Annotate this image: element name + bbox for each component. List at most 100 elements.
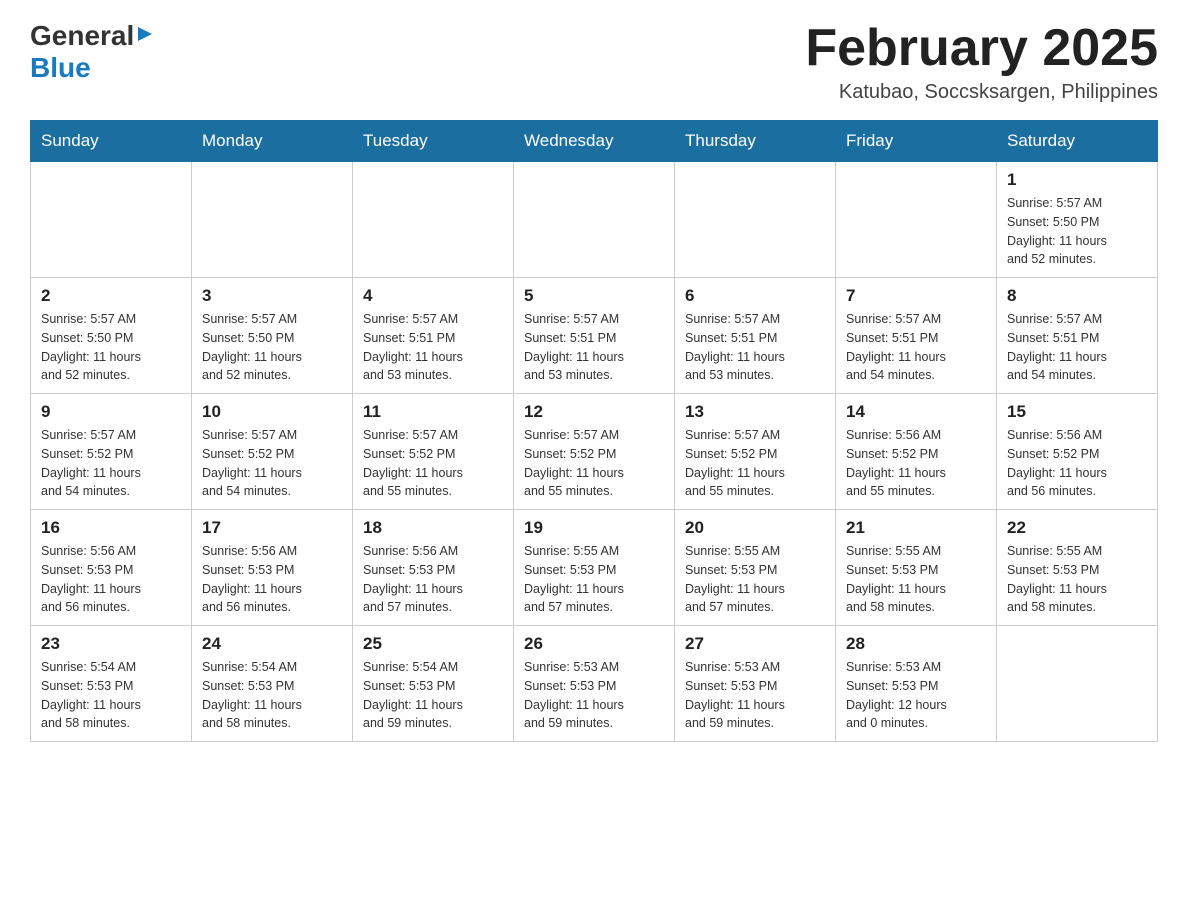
calendar-cell: 20Sunrise: 5:55 AM Sunset: 5:53 PM Dayli…: [675, 510, 836, 626]
weekday-header-monday: Monday: [192, 121, 353, 162]
day-info: Sunrise: 5:57 AM Sunset: 5:51 PM Dayligh…: [846, 310, 986, 385]
day-number: 13: [685, 402, 825, 422]
calendar-cell: 8 Sunrise: 5:57 AM Sunset: 5:51 PM Daylig…: [997, 278, 1158, 394]
day-number: 22: [1007, 518, 1147, 538]
calendar-cell: [353, 162, 514, 278]
calendar-cell: 18Sunrise: 5:56 AM Sunset: 5:53 PM Dayli…: [353, 510, 514, 626]
day-number: 21: [846, 518, 986, 538]
day-info: Sunrise: 5:55 AM Sunset: 5:53 PM Dayligh…: [524, 542, 664, 617]
calendar-cell: [997, 626, 1158, 742]
calendar-cell: 25Sunrise: 5:54 AM Sunset: 5:53 PM Dayli…: [353, 626, 514, 742]
calendar-cell: [31, 162, 192, 278]
day-number: 14: [846, 402, 986, 422]
day-number: 9: [41, 402, 181, 422]
day-info: Sunrise: 5:55 AM Sunset: 5:53 PM Dayligh…: [846, 542, 986, 617]
day-info: Sunrise: 5:57 AM Sunset: 5:52 PM Dayligh…: [363, 426, 503, 501]
calendar-cell: 7 Sunrise: 5:57 AM Sunset: 5:51 PM Daylig…: [836, 278, 997, 394]
calendar-cell: 14 Sunrise: 5:56 AM Sunset: 5:52 PM Dayli…: [836, 394, 997, 510]
calendar-cell: 3 Sunrise: 5:57 AM Sunset: 5:50 PM Daylig…: [192, 278, 353, 394]
logo-arrow-icon: [136, 25, 154, 48]
day-info: Sunrise: 5:57 AM Sunset: 5:52 PM Dayligh…: [685, 426, 825, 501]
day-info: Sunrise: 5:57 AM Sunset: 5:50 PM Dayligh…: [41, 310, 181, 385]
calendar-cell: 23 Sunrise: 5:54 AM Sunset: 5:53 PM Dayli…: [31, 626, 192, 742]
day-number: 8: [1007, 286, 1147, 306]
day-number: 12: [524, 402, 664, 422]
day-number: 16: [41, 518, 181, 538]
calendar-cell: 16 Sunrise: 5:56 AM Sunset: 5:53 PM Dayli…: [31, 510, 192, 626]
day-number: 17: [202, 518, 342, 538]
calendar-cell: 11Sunrise: 5:57 AM Sunset: 5:52 PM Dayli…: [353, 394, 514, 510]
day-info: Sunrise: 5:54 AM Sunset: 5:53 PM Dayligh…: [41, 658, 181, 733]
calendar-cell: 15 Sunrise: 5:56 AM Sunset: 5:52 PM Dayli…: [997, 394, 1158, 510]
weekday-header-sunday: Sunday: [31, 121, 192, 162]
calendar-cell: 19 Sunrise: 5:55 AM Sunset: 5:53 PM Dayli…: [514, 510, 675, 626]
calendar-cell: 12Sunrise: 5:57 AM Sunset: 5:52 PM Dayli…: [514, 394, 675, 510]
day-info: Sunrise: 5:57 AM Sunset: 5:52 PM Dayligh…: [41, 426, 181, 501]
day-number: 6: [685, 286, 825, 306]
logo-blue-text: Blue: [30, 52, 91, 84]
calendar-cell: 21 Sunrise: 5:55 AM Sunset: 5:53 PM Dayli…: [836, 510, 997, 626]
calendar-cell: 27 Sunrise: 5:53 AM Sunset: 5:53 PM Dayli…: [675, 626, 836, 742]
calendar-cell: 17 Sunrise: 5:56 AM Sunset: 5:53 PM Dayli…: [192, 510, 353, 626]
week-row-2: 2 Sunrise: 5:57 AM Sunset: 5:50 PM Daylig…: [31, 278, 1158, 394]
weekday-header-tuesday: Tuesday: [353, 121, 514, 162]
day-number: 19: [524, 518, 664, 538]
day-info: Sunrise: 5:53 AM Sunset: 5:53 PM Dayligh…: [685, 658, 825, 733]
day-number: 25: [363, 634, 503, 654]
calendar-cell: 10Sunrise: 5:57 AM Sunset: 5:52 PM Dayli…: [192, 394, 353, 510]
day-info: Sunrise: 5:57 AM Sunset: 5:51 PM Dayligh…: [1007, 310, 1147, 385]
calendar-cell: 22 Sunrise: 5:55 AM Sunset: 5:53 PM Dayli…: [997, 510, 1158, 626]
weekday-header-thursday: Thursday: [675, 121, 836, 162]
day-info: Sunrise: 5:57 AM Sunset: 5:51 PM Dayligh…: [685, 310, 825, 385]
calendar-cell: 1Sunrise: 5:57 AM Sunset: 5:50 PM Daylig…: [997, 162, 1158, 278]
day-number: 15: [1007, 402, 1147, 422]
day-info: Sunrise: 5:57 AM Sunset: 5:50 PM Dayligh…: [1007, 194, 1147, 269]
page-header: General Blue February 2025 Katubao, Socc…: [30, 20, 1158, 104]
logo-general-text: General: [30, 20, 134, 52]
calendar-cell: 4 Sunrise: 5:57 AM Sunset: 5:51 PM Daylig…: [353, 278, 514, 394]
calendar-cell: 6 Sunrise: 5:57 AM Sunset: 5:51 PM Daylig…: [675, 278, 836, 394]
day-number: 26: [524, 634, 664, 654]
day-info: Sunrise: 5:56 AM Sunset: 5:52 PM Dayligh…: [846, 426, 986, 501]
day-number: 3: [202, 286, 342, 306]
weekday-header-saturday: Saturday: [997, 121, 1158, 162]
day-number: 5: [524, 286, 664, 306]
day-info: Sunrise: 5:57 AM Sunset: 5:50 PM Dayligh…: [202, 310, 342, 385]
day-info: Sunrise: 5:56 AM Sunset: 5:52 PM Dayligh…: [1007, 426, 1147, 501]
day-info: Sunrise: 5:57 AM Sunset: 5:51 PM Dayligh…: [524, 310, 664, 385]
weekday-header-row: SundayMondayTuesdayWednesdayThursdayFrid…: [31, 121, 1158, 162]
calendar-cell: 9 Sunrise: 5:57 AM Sunset: 5:52 PM Daylig…: [31, 394, 192, 510]
day-number: 4: [363, 286, 503, 306]
day-info: Sunrise: 5:55 AM Sunset: 5:53 PM Dayligh…: [685, 542, 825, 617]
day-number: 18: [363, 518, 503, 538]
week-row-5: 23 Sunrise: 5:54 AM Sunset: 5:53 PM Dayli…: [31, 626, 1158, 742]
day-number: 24: [202, 634, 342, 654]
day-info: Sunrise: 5:54 AM Sunset: 5:53 PM Dayligh…: [202, 658, 342, 733]
calendar-table: SundayMondayTuesdayWednesdayThursdayFrid…: [30, 120, 1158, 742]
calendar-cell: [514, 162, 675, 278]
day-number: 7: [846, 286, 986, 306]
day-info: Sunrise: 5:55 AM Sunset: 5:53 PM Dayligh…: [1007, 542, 1147, 617]
week-row-3: 9 Sunrise: 5:57 AM Sunset: 5:52 PM Daylig…: [31, 394, 1158, 510]
calendar-cell: 13 Sunrise: 5:57 AM Sunset: 5:52 PM Dayli…: [675, 394, 836, 510]
day-info: Sunrise: 5:53 AM Sunset: 5:53 PM Dayligh…: [524, 658, 664, 733]
month-title: February 2025: [805, 20, 1158, 77]
logo: General Blue: [30, 20, 154, 84]
week-row-4: 16 Sunrise: 5:56 AM Sunset: 5:53 PM Dayli…: [31, 510, 1158, 626]
day-info: Sunrise: 5:56 AM Sunset: 5:53 PM Dayligh…: [41, 542, 181, 617]
weekday-header-friday: Friday: [836, 121, 997, 162]
day-number: 28: [846, 634, 986, 654]
calendar-cell: 28 Sunrise: 5:53 AM Sunset: 5:53 PM Dayli…: [836, 626, 997, 742]
day-number: 10: [202, 402, 342, 422]
calendar-cell: [836, 162, 997, 278]
day-info: Sunrise: 5:57 AM Sunset: 5:51 PM Dayligh…: [363, 310, 503, 385]
location-subtitle: Katubao, Soccsksargen, Philippines: [805, 81, 1158, 104]
day-info: Sunrise: 5:53 AM Sunset: 5:53 PM Dayligh…: [846, 658, 986, 733]
day-info: Sunrise: 5:56 AM Sunset: 5:53 PM Dayligh…: [202, 542, 342, 617]
calendar-cell: 26 Sunrise: 5:53 AM Sunset: 5:53 PM Dayli…: [514, 626, 675, 742]
day-number: 27: [685, 634, 825, 654]
day-number: 2: [41, 286, 181, 306]
weekday-header-wednesday: Wednesday: [514, 121, 675, 162]
day-number: 23: [41, 634, 181, 654]
calendar-cell: 5 Sunrise: 5:57 AM Sunset: 5:51 PM Daylig…: [514, 278, 675, 394]
